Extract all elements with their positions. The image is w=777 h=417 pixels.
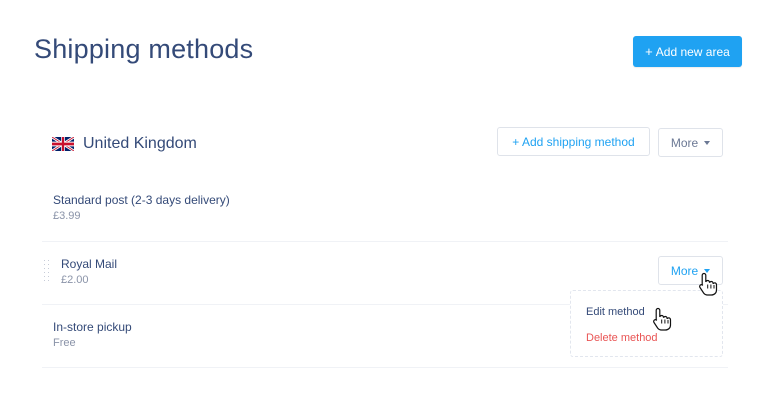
method-name: Royal Mail bbox=[61, 257, 118, 271]
caret-down-icon bbox=[704, 140, 711, 145]
shipping-area-panel: United Kingdom + Add shipping method Mor… bbox=[42, 117, 728, 369]
method-price: £2.00 bbox=[61, 274, 89, 286]
edit-method-menu-item[interactable]: Edit method bbox=[586, 306, 645, 318]
method-name: In-store pickup bbox=[53, 320, 132, 334]
delete-method-menu-item[interactable]: Delete method bbox=[586, 332, 658, 344]
area-more-button[interactable]: More bbox=[658, 128, 723, 157]
add-new-area-button[interactable]: + Add new area bbox=[633, 36, 742, 67]
hand-pointer-cursor-icon bbox=[653, 307, 672, 331]
row-divider bbox=[42, 367, 728, 368]
area-more-label: More bbox=[670, 135, 699, 150]
shipping-method-row[interactable]: In-store pickup Free bbox=[53, 320, 132, 349]
method-price: £3.99 bbox=[53, 210, 81, 222]
hand-pointer-cursor-icon bbox=[699, 272, 718, 296]
add-new-area-label: Add new area bbox=[655, 44, 730, 59]
row-divider bbox=[42, 241, 728, 242]
plus-icon: + bbox=[645, 44, 653, 59]
drag-handle-icon[interactable] bbox=[44, 260, 50, 282]
shipping-method-row[interactable]: Royal Mail £2.00 bbox=[61, 257, 117, 286]
method-price: Free bbox=[53, 337, 76, 349]
shipping-method-row[interactable]: Standard post (2-3 days delivery) £3.99 bbox=[53, 193, 230, 222]
method-more-label: More bbox=[670, 263, 699, 278]
area-header: United Kingdom bbox=[52, 133, 197, 155]
add-shipping-method-button[interactable]: + Add shipping method bbox=[497, 127, 650, 156]
area-country-name: United Kingdom bbox=[83, 135, 197, 152]
method-more-dropdown: Edit method Delete method bbox=[570, 290, 723, 357]
uk-flag-icon bbox=[52, 137, 74, 151]
method-name: Standard post (2-3 days delivery) bbox=[53, 193, 230, 207]
page-title: Shipping methods bbox=[34, 34, 254, 64]
